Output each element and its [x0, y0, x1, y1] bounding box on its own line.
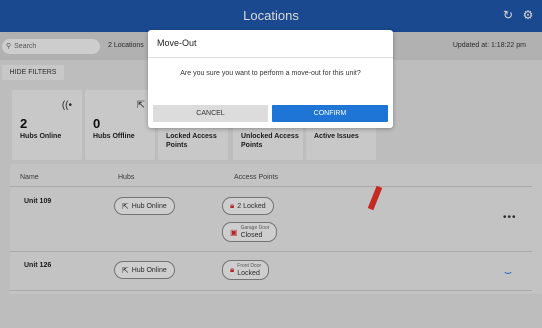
dialog-divider [148, 57, 393, 58]
cancel-button[interactable]: CANCEL [153, 105, 268, 122]
dialog-message: Are you sure you want to perform a move-… [180, 70, 361, 77]
confirm-button[interactable]: CONFIRM [272, 105, 388, 122]
dialog-title: Move-Out [157, 38, 197, 48]
move-out-dialog: Move-Out Are you sure you want to perfor… [148, 30, 393, 128]
